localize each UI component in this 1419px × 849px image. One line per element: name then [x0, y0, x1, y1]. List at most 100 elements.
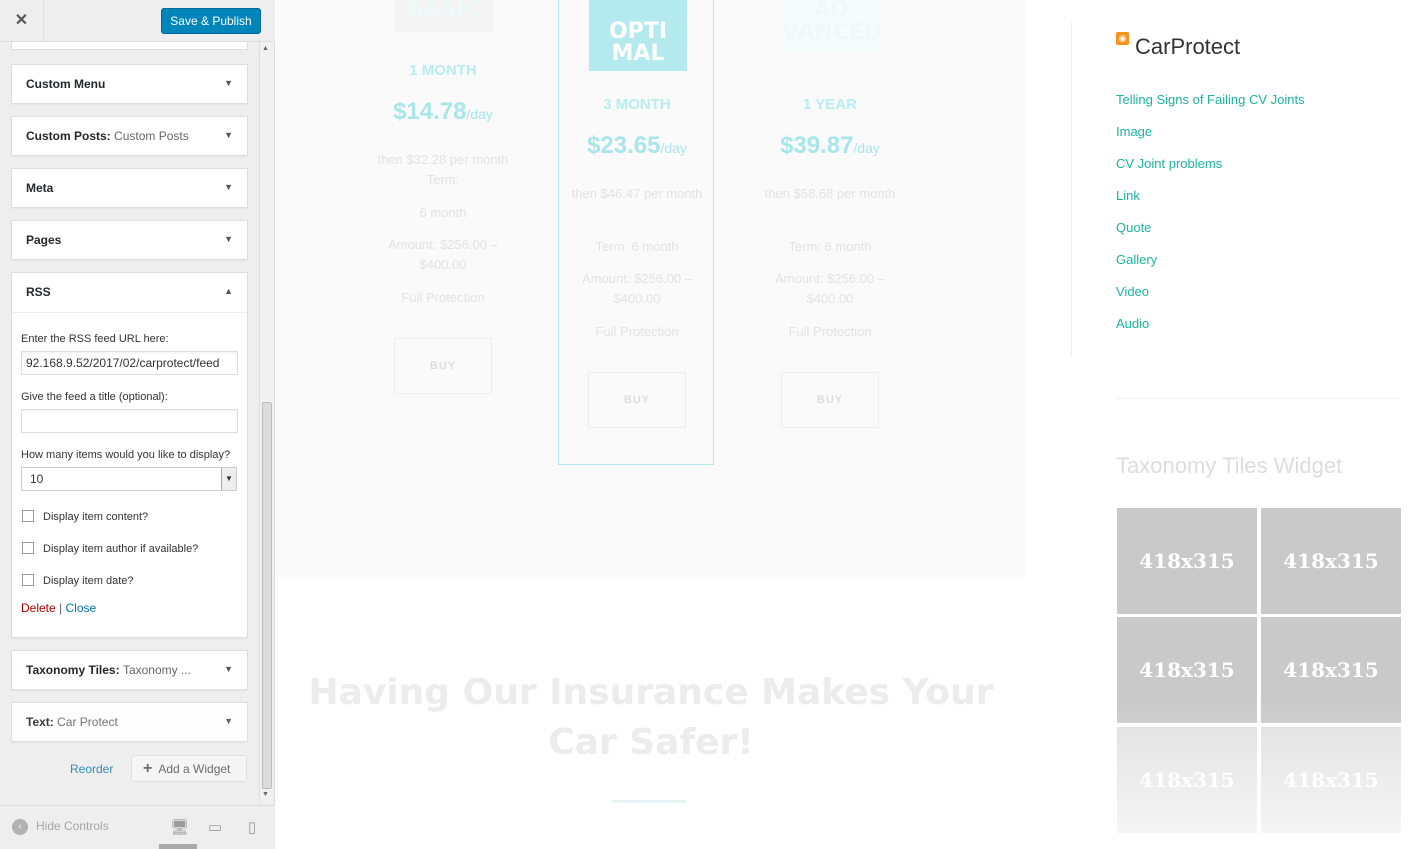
rss-url-input[interactable]: 92.168.9.52/2017/02/carprotect/feed — [21, 351, 238, 375]
rss-item-link[interactable]: Video — [1116, 276, 1396, 308]
desktop-icon[interactable]: 🖥 — [170, 818, 189, 836]
url-label: Enter the RSS feed URL here: — [21, 333, 169, 345]
rss-feed-icon[interactable]: ◉ — [1116, 32, 1129, 45]
scroll-up-icon[interactable]: ▲ — [262, 45, 269, 52]
rss-item-link[interactable]: Quote — [1116, 212, 1396, 244]
widget-rss-form: Enter the RSS feed URL here: 92.168.9.52… — [12, 313, 247, 615]
rss-item-list: Telling Signs of Failing CV Joints Image… — [1116, 84, 1396, 340]
buy-button[interactable]: BUY — [781, 372, 879, 428]
plan-badge: BASIC — [395, 0, 493, 32]
reorder-button[interactable]: Reorder — [70, 762, 113, 776]
delete-link[interactable]: Delete — [21, 601, 56, 615]
headline-divider — [612, 800, 686, 803]
plan-price: $14.78/day — [393, 98, 493, 125]
scrollbar-thumb[interactable] — [262, 402, 272, 789]
scrollbar[interactable]: ▲ ▼ — [259, 42, 273, 802]
widget-title: Custom Posts: Custom Posts — [26, 129, 189, 143]
sidebar-separator — [1116, 398, 1400, 399]
checkbox[interactable] — [22, 542, 34, 554]
plan-line: then $32.28 per month Term: — [377, 152, 509, 187]
plan-term: 1 YEAR — [803, 96, 857, 113]
plan-line: Amount: $256.00 – $400.00 — [388, 237, 498, 272]
checkbox[interactable] — [22, 510, 34, 522]
items-count-select[interactable]: 10 ▼ — [21, 467, 237, 491]
add-widget-button[interactable]: + Add a Widget — [131, 755, 247, 782]
widget-title: Pages — [26, 233, 62, 247]
save-publish-button[interactable]: Save & Publish — [161, 8, 261, 34]
widget-footer-actions: Reorder + Add a Widget — [11, 755, 248, 783]
add-widget-label: Add a Widget — [158, 762, 231, 776]
scroll-down-icon[interactable]: ▼ — [262, 791, 269, 798]
items-count-value: 10 — [30, 472, 44, 486]
plan-line: Full Protection — [595, 324, 679, 339]
feed-title-input[interactable] — [21, 409, 238, 433]
plan-card-advanced: AD VANCED 1 YEAR $39.87/day then $58.68 … — [752, 0, 908, 466]
rss-widget-title[interactable]: ◉ CarProtect — [1116, 30, 1396, 64]
plan-line: then $46.47 per month — [571, 186, 703, 201]
mobile-icon[interactable]: ▯ — [248, 818, 256, 836]
section-headline: Having Our Insurance Makes Your Car Safe… — [308, 672, 994, 763]
rss-item-link[interactable]: Telling Signs of Failing CV Joints — [1116, 84, 1396, 116]
plan-term: 1 MONTH — [409, 62, 477, 79]
hide-controls-label: Hide Controls — [36, 819, 109, 834]
plan-line: 6 month — [419, 205, 467, 220]
plan-badge: AD VANCED — [782, 0, 882, 52]
site-preview: BASIC 1 MONTH $14.78/day then $32.28 per… — [276, 0, 1419, 849]
rss-item-link[interactable]: Image — [1116, 116, 1396, 148]
chevron-down-icon[interactable]: ▼ — [224, 234, 233, 244]
plan-badge: OPTI MAL — [589, 0, 687, 71]
checkbox-label: Display item date? — [43, 575, 134, 587]
taxonomy-widget-title: Taxonomy Tiles Widget — [1116, 453, 1343, 478]
widget-text[interactable]: Text: Car Protect ▼ — [11, 702, 248, 742]
widget-custom-posts[interactable]: Custom Posts: Custom Posts ▼ — [11, 116, 248, 156]
chevron-down-icon[interactable]: ▼ — [224, 182, 233, 192]
checkbox-label: Display item content? — [43, 511, 149, 523]
close-icon[interactable]: ✕ — [0, 0, 44, 42]
rss-item-link[interactable]: Link — [1116, 180, 1396, 212]
chevron-down-icon[interactable]: ▼ — [224, 664, 233, 674]
rss-item-link[interactable]: Gallery — [1116, 244, 1396, 276]
taxonomy-tile[interactable]: 418x315 — [1117, 508, 1257, 614]
widget-taxonomy-tiles[interactable]: Taxonomy Tiles: Taxonomy ... ▼ — [11, 650, 248, 690]
plan-line: Amount: $256.00 – $400.00 — [775, 271, 885, 306]
fade-overlay — [1116, 700, 1406, 849]
rss-item-link[interactable]: CV Joint problems — [1116, 148, 1396, 180]
widget-title: Taxonomy Tiles: Taxonomy ... — [26, 663, 191, 677]
panel-header: ✕ Save & Publish — [0, 0, 275, 42]
widget-actions: Delete | Close — [21, 601, 238, 615]
chevron-up-icon[interactable]: ▲ — [224, 286, 233, 296]
tablet-icon[interactable]: ▭ — [208, 818, 222, 836]
chevron-down-icon[interactable]: ▼ — [224, 130, 233, 140]
hide-controls-button[interactable]: ‹ Hide Controls — [12, 819, 109, 835]
device-active-indicator — [159, 844, 197, 849]
chevron-down-icon[interactable]: ▼ — [224, 78, 233, 88]
arrow-left-icon: ‹ — [12, 819, 28, 835]
panel-footer: ‹ Hide Controls 🖥 ▭ ▯ — [0, 805, 275, 849]
widget-custom-menu[interactable]: Custom Menu ▼ — [11, 64, 248, 104]
plan-card-optimal: OPTI MAL 3 MONTH $23.65/day then $46.47 … — [558, 0, 714, 465]
rss-item-link[interactable]: Audio — [1116, 308, 1396, 340]
plan-line: Amount: $256.00 – $400.00 — [582, 271, 692, 306]
plan-line: Term: 6 month — [788, 239, 872, 254]
checkbox-display-author[interactable]: Display item author if available? — [21, 535, 238, 567]
checkbox-display-date[interactable]: Display item date? — [21, 567, 238, 599]
plan-line: Full Protection — [788, 324, 872, 339]
plus-icon: + — [143, 760, 153, 777]
chevron-down-icon[interactable]: ▼ — [221, 468, 236, 490]
widget-rss-header[interactable]: RSS ▲ — [12, 273, 247, 313]
widget-rss: RSS ▲ Enter the RSS feed URL here: 92.16… — [11, 272, 248, 638]
widget-meta[interactable]: Meta ▼ — [11, 168, 248, 208]
sidebar-divider — [1071, 22, 1072, 357]
checkbox[interactable] — [22, 574, 34, 586]
separator: | — [59, 601, 63, 615]
checkbox-display-content[interactable]: Display item content? — [21, 503, 238, 535]
chevron-down-icon[interactable]: ▼ — [224, 716, 233, 726]
buy-button[interactable]: BUY — [394, 338, 492, 394]
taxonomy-tile[interactable]: 418x315 — [1261, 508, 1401, 614]
close-link[interactable]: Close — [66, 601, 97, 615]
plan-line: Term: 6 month — [595, 239, 679, 254]
buy-button[interactable]: BUY — [588, 372, 686, 428]
widget-pages[interactable]: Pages ▼ — [11, 220, 248, 260]
plan-price: $39.87/day — [780, 132, 880, 159]
plan-card-basic: BASIC 1 MONTH $14.78/day then $32.28 per… — [365, 0, 521, 466]
